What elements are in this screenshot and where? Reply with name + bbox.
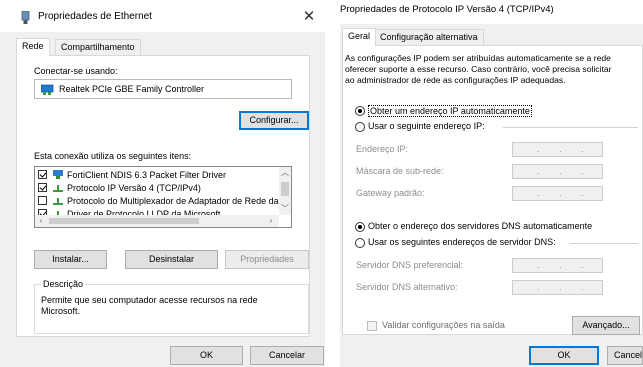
validate-checkbox[interactable] [367, 321, 377, 331]
install-button[interactable]: Instalar... [34, 250, 107, 269]
adapter-box: Realtek PCIe GBE Family Controller [34, 79, 292, 99]
tab-rede[interactable]: Rede [16, 38, 50, 56]
scroll-left-icon[interactable]: ‹ [35, 215, 47, 227]
item-checkbox[interactable] [38, 196, 47, 205]
cancel-button[interactable]: Cancela [607, 346, 643, 365]
description-text: Permite que seu computador acesse recurs… [41, 295, 258, 305]
tab-geral[interactable]: Geral [342, 28, 377, 46]
description-legend: Descrição [41, 279, 86, 289]
window-title: Propriedades de Protocolo IP Versão 4 (T… [340, 4, 554, 15]
network-client-icon [53, 170, 63, 179]
alternate-dns-label: Servidor DNS alternativo: [356, 282, 458, 292]
items-listbox[interactable]: FortiClient NDIS 6.3 Packet Filter Drive… [34, 166, 292, 228]
protocol-icon [53, 185, 63, 192]
list-item[interactable]: Protocolo IP Versão 4 (TCP/IPv4) [38, 182, 278, 194]
close-icon[interactable]: ✕ [298, 6, 320, 28]
description-group: Descrição Permite que seu computador ace… [34, 279, 309, 334]
network-adapter-icon [21, 11, 30, 24]
protocol-icon [53, 198, 63, 205]
radio-auto-dns[interactable] [355, 222, 365, 232]
tab-configuracao-alternativa[interactable]: Configuração alternativa [374, 29, 484, 46]
tab-compartilhamento[interactable]: Compartilhamento [55, 39, 141, 56]
connect-using-label: Conectar-se usando: [34, 66, 118, 76]
properties-button[interactable]: Propriedades [225, 250, 309, 269]
info-text: ao administrador de rede as configuraçõe… [345, 75, 566, 85]
cancel-button[interactable]: Cancelar [250, 346, 324, 365]
gateway-field[interactable]: ... [512, 186, 603, 201]
subnet-mask-field[interactable]: ... [512, 164, 603, 179]
adapter-name: Realtek PCIe GBE Family Controller [59, 84, 205, 94]
info-text: oferecer suporte a esse recurso. Caso co… [345, 64, 612, 74]
scroll-thumb[interactable] [281, 182, 289, 196]
title-bar: Propriedades de Ethernet ✕ [0, 0, 325, 32]
configure-button[interactable]: Configurar... [239, 111, 309, 130]
advanced-button[interactable]: Avançado... [572, 316, 640, 335]
item-checkbox[interactable] [38, 183, 47, 192]
validate-label[interactable]: Validar configurações na saída [382, 320, 505, 330]
separator [503, 127, 638, 128]
preferred-dns-field[interactable]: ... [512, 258, 603, 273]
list-item[interactable]: Protocolo do Multiplexador de Adaptador … [38, 195, 289, 207]
scroll-right-icon[interactable]: › [265, 215, 277, 227]
alternate-dns-field[interactable]: ... [512, 280, 603, 295]
tab-panel: Conectar-se usando: Realtek PCIe GBE Fam… [16, 55, 310, 337]
radio-auto-dns-label[interactable]: Obter o endereço dos servidores DNS auto… [368, 221, 592, 231]
scroll-thumb[interactable] [49, 218, 199, 224]
description-text: Microsoft. [41, 306, 81, 316]
radio-auto-ip-label[interactable]: Obter um endereço IP automaticamente [368, 105, 532, 117]
items-label: Esta conexão utiliza os seguintes itens: [34, 151, 192, 161]
item-checkbox[interactable] [38, 170, 47, 179]
subnet-mask-label: Máscara de sub-rede: [356, 166, 444, 176]
tab-panel: As configurações IP podem ser atribuídas… [342, 45, 643, 335]
radio-manual-ip[interactable] [355, 122, 365, 132]
network-card-icon [41, 84, 54, 95]
preferred-dns-label: Servidor DNS preferencial: [356, 260, 464, 270]
horizontal-scrollbar[interactable]: ‹ › [35, 215, 279, 227]
window-title: Propriedades de Ethernet [38, 11, 152, 22]
vertical-scrollbar[interactable]: ︿ ﹀ [279, 167, 291, 215]
ip-address-label: Endereço IP: [356, 144, 409, 154]
gateway-label: Gateway padrão: [356, 188, 425, 198]
radio-manual-ip-label[interactable]: Usar o seguinte endereço IP: [368, 121, 485, 131]
separator [570, 243, 638, 244]
scroll-up-icon[interactable]: ︿ [279, 167, 291, 179]
item-label: Protocolo IP Versão 4 (TCP/IPv4) [67, 183, 201, 193]
scroll-down-icon[interactable]: ﹀ [279, 203, 291, 215]
dialog-body: Rede Compartilhamento Conectar-se usando… [0, 32, 325, 367]
ok-button[interactable]: OK [170, 346, 243, 365]
dialog-body: Geral Configuração alternativa As config… [340, 24, 643, 367]
item-label: Protocolo do Multiplexador de Adaptador … [67, 196, 289, 206]
ethernet-properties-dialog: Propriedades de Ethernet ✕ Rede Comparti… [0, 0, 325, 367]
ok-button[interactable]: OK [529, 346, 599, 365]
radio-manual-dns[interactable] [355, 238, 365, 248]
ipv4-properties-dialog: Propriedades de Protocolo IP Versão 4 (T… [340, 0, 643, 367]
uninstall-button[interactable]: Desinstalar [125, 250, 218, 269]
list-item[interactable]: FortiClient NDIS 6.3 Packet Filter Drive… [38, 169, 278, 181]
item-label: FortiClient NDIS 6.3 Packet Filter Drive… [67, 170, 227, 180]
radio-manual-dns-label[interactable]: Usar os seguintes endereços de servidor … [368, 237, 556, 247]
radio-auto-ip[interactable] [355, 106, 365, 116]
ip-address-field[interactable]: ... [512, 142, 603, 157]
info-text: As configurações IP podem ser atribuídas… [345, 53, 611, 63]
